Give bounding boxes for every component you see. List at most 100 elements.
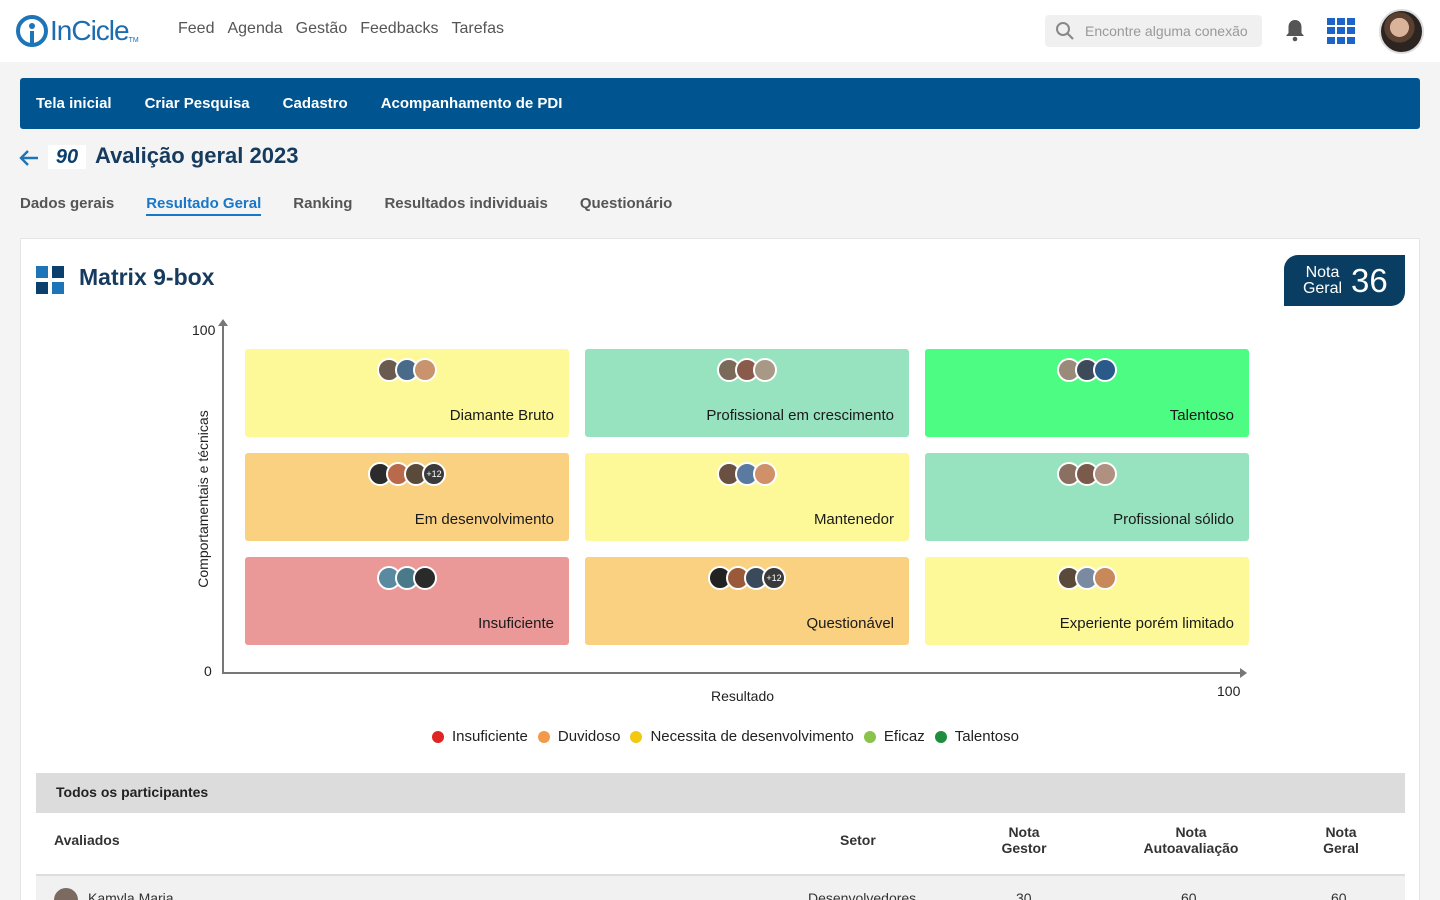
legend-dot-icon bbox=[863, 730, 876, 743]
matrix-box-label: Talentoso bbox=[1169, 407, 1234, 424]
matrix-box-experiente-por-m-limitado[interactable]: Experiente porém limitado bbox=[925, 557, 1249, 645]
notification-bell-icon[interactable] bbox=[1284, 18, 1306, 42]
avatar-group[interactable]: +12 bbox=[368, 462, 446, 486]
logo-text: InCicle bbox=[50, 15, 130, 46]
matrix-box-label: Profissional em crescimento bbox=[706, 407, 894, 424]
module-nav-tela-inicial[interactable]: Tela inicial bbox=[36, 95, 112, 112]
more-avatars-count[interactable]: +12 bbox=[762, 566, 786, 590]
row-nota-geral: 60 bbox=[1331, 890, 1347, 900]
col-nota-geral[interactable]: Nota Geral bbox=[1311, 824, 1371, 856]
module-nav-cadastro[interactable]: Cadastro bbox=[283, 95, 348, 112]
matrix-card: Matrix 9-box Nota Geral 36 100 0 100 Com… bbox=[20, 238, 1420, 900]
nav-feedbacks[interactable]: Feedbacks bbox=[360, 20, 438, 38]
tab-resultado-geral[interactable]: Resultado Geral bbox=[146, 195, 262, 216]
x-axis bbox=[222, 672, 1242, 674]
avatar bbox=[753, 462, 777, 486]
matrix-box-profissional-s-lido[interactable]: Profissional sólido bbox=[925, 453, 1249, 541]
avatar-group[interactable] bbox=[377, 566, 437, 590]
logo-mark-icon bbox=[16, 15, 48, 47]
avatar-group[interactable] bbox=[1057, 462, 1117, 486]
avatar-group[interactable]: +12 bbox=[708, 566, 786, 590]
back-arrow-icon[interactable] bbox=[18, 147, 40, 169]
matrix-box-em-desenvolvimento[interactable]: +12 Em desenvolvimento bbox=[245, 453, 569, 541]
col-nota-geral-line2: Geral bbox=[1323, 840, 1359, 856]
incicle-logo[interactable]: InCicle TM bbox=[16, 14, 139, 48]
y-tick-max: 100 bbox=[192, 322, 216, 338]
participants-section-header: Todos os participantes bbox=[36, 773, 1405, 813]
nota-geral-badge: Nota Geral 36 bbox=[1284, 255, 1405, 306]
x-axis-label: Resultado bbox=[711, 688, 775, 704]
tab-ranking[interactable]: Ranking bbox=[293, 195, 352, 216]
matrix-grid-icon bbox=[36, 266, 64, 294]
module-nav: Tela inicial Criar Pesquisa Cadastro Aco… bbox=[20, 78, 1420, 129]
matrix-box-mantenedor[interactable]: Mantenedor bbox=[585, 453, 909, 541]
search-input[interactable] bbox=[1085, 23, 1255, 39]
nav-gestao[interactable]: Gestão bbox=[296, 20, 348, 38]
logo-trademark: TM bbox=[128, 37, 139, 44]
user-avatar[interactable] bbox=[1379, 9, 1424, 54]
avatar bbox=[413, 566, 437, 590]
tab-dados-gerais[interactable]: Dados gerais bbox=[20, 195, 114, 216]
page-title: Avalição geral 2023 bbox=[95, 143, 299, 168]
avatar bbox=[413, 358, 437, 382]
matrix-box-talentoso[interactable]: Talentoso bbox=[925, 349, 1249, 437]
matrix-box-label: Questionável bbox=[806, 615, 894, 632]
matrix-box-label: Mantenedor bbox=[813, 511, 894, 528]
legend-item: Necessita de desenvolvimento bbox=[630, 728, 854, 745]
legend-label: Duvidoso bbox=[557, 728, 621, 745]
matrix-box-profissional-em-crescimento[interactable]: Profissional em crescimento bbox=[585, 349, 909, 437]
avatar bbox=[753, 358, 777, 382]
apps-grid-icon[interactable] bbox=[1327, 18, 1355, 44]
avatar-group[interactable] bbox=[377, 358, 437, 382]
module-nav-criar-pesquisa[interactable]: Criar Pesquisa bbox=[145, 95, 250, 112]
col-nota-gestor-line2: Gestor bbox=[1001, 840, 1047, 856]
y-axis-label: Comportamentais e técnicas bbox=[195, 410, 211, 588]
matrix-box-label: Insuficiente bbox=[478, 615, 554, 632]
col-nota-gestor[interactable]: Nota Gestor bbox=[994, 824, 1054, 856]
col-nota-geral-line1: Nota bbox=[1325, 824, 1357, 840]
nav-tarefas[interactable]: Tarefas bbox=[452, 20, 504, 38]
avatar-group[interactable] bbox=[1057, 566, 1117, 590]
matrix-box-diamante-bruto[interactable]: Diamante Bruto bbox=[245, 349, 569, 437]
nav-agenda[interactable]: Agenda bbox=[227, 20, 282, 38]
matrix-box-insuficiente[interactable]: Insuficiente bbox=[245, 557, 569, 645]
avatar-group[interactable] bbox=[717, 358, 777, 382]
main-nav: Feed Agenda Gestão Feedbacks Tarefas bbox=[178, 20, 504, 38]
more-avatars-count[interactable]: +12 bbox=[422, 462, 446, 486]
nav-feed[interactable]: Feed bbox=[178, 20, 214, 38]
search-box bbox=[1045, 15, 1262, 47]
avatar bbox=[1093, 462, 1117, 486]
nota-geral-label: Nota Geral bbox=[1300, 264, 1345, 297]
row-nota-auto: 60 bbox=[1181, 890, 1197, 900]
legend: Insuficiente Duvidoso Necessita de desenvo… bbox=[432, 728, 1019, 745]
col-setor[interactable]: Setor bbox=[840, 832, 876, 848]
y-tick-min: 0 bbox=[204, 663, 212, 679]
table-row[interactable]: Kamyla Maria Desenvolvedores 30 60 60 bbox=[36, 876, 1405, 900]
avatar-group[interactable] bbox=[717, 462, 777, 486]
legend-dot-icon bbox=[432, 730, 444, 743]
tab-resultados-individuais[interactable]: Resultados individuais bbox=[384, 195, 547, 216]
search-icon bbox=[1056, 22, 1074, 40]
col-nota-autoavaliacao[interactable]: Nota Autoavaliação bbox=[1136, 824, 1246, 856]
y-axis bbox=[222, 322, 224, 674]
x-axis-arrow bbox=[1240, 668, 1247, 678]
avatar-group[interactable] bbox=[1057, 358, 1117, 382]
tab-questionario[interactable]: Questionário bbox=[580, 195, 673, 216]
col-avaliados[interactable]: Avaliados bbox=[54, 832, 120, 848]
legend-item: Duvidoso bbox=[537, 728, 621, 745]
legend-label: Necessita de desenvolvimento bbox=[650, 728, 854, 745]
legend-dot-icon bbox=[630, 730, 643, 743]
legend-dot-icon bbox=[934, 730, 947, 743]
legend-label: Talentoso bbox=[954, 728, 1019, 745]
top-bar: InCicle TM Feed Agenda Gestão Feedbacks … bbox=[0, 0, 1440, 62]
legend-dot-icon bbox=[537, 730, 550, 743]
nota-geral-value: 36 bbox=[1351, 261, 1388, 299]
matrix-box-question-vel[interactable]: +12 Questionável bbox=[585, 557, 909, 645]
legend-label: Eficaz bbox=[883, 728, 925, 745]
module-nav-pdi[interactable]: Acompanhamento de PDI bbox=[381, 95, 563, 112]
matrix-box-label: Profissional sólido bbox=[1113, 511, 1234, 528]
col-nota-gestor-line1: Nota bbox=[1008, 824, 1040, 840]
matrix-box-label: Diamante Bruto bbox=[449, 407, 554, 424]
col-nota-auto-line1: Nota bbox=[1175, 824, 1207, 840]
legend-item: Insuficiente bbox=[432, 728, 528, 745]
